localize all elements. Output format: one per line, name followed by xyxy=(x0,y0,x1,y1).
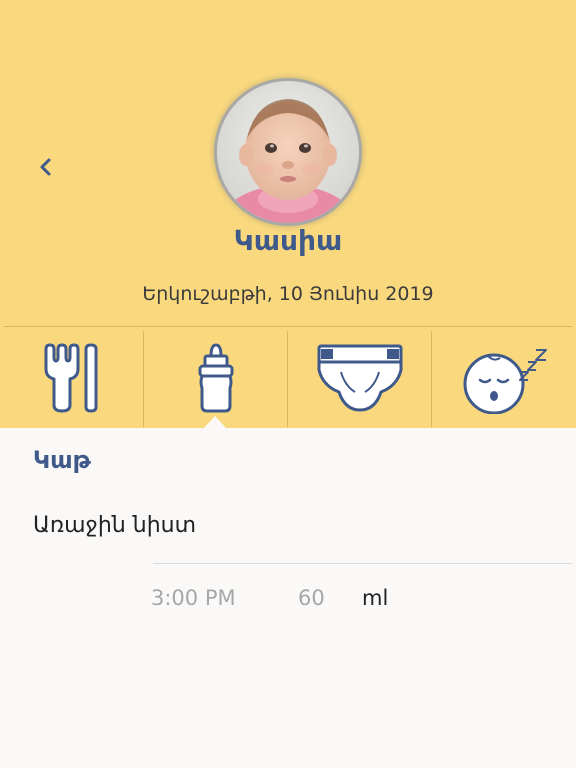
baby-bottle-icon xyxy=(198,343,234,412)
tab-feeding[interactable] xyxy=(0,327,144,428)
diaper-icon xyxy=(317,344,403,411)
baby-name: Կասիա xyxy=(233,224,343,257)
divider xyxy=(153,563,572,564)
category-tabs xyxy=(0,327,576,428)
back-button[interactable] xyxy=(32,152,60,182)
tab-sleep[interactable] xyxy=(432,327,576,428)
baby-photo xyxy=(217,81,359,223)
time-field[interactable]: 3:00 PM xyxy=(151,586,236,610)
selected-tab-indicator xyxy=(204,416,226,428)
session-label: Առաջին նիստ xyxy=(33,513,197,538)
tab-diaper[interactable] xyxy=(288,327,432,428)
chevron-left-icon xyxy=(40,158,51,176)
utensils-icon xyxy=(44,343,98,412)
header: Կասիա Երկուշաբթի, 10 Յունիս 2019 xyxy=(0,0,576,428)
unit-label: ml xyxy=(362,586,389,610)
amount-field[interactable]: 60 xyxy=(298,586,325,610)
tab-bottle[interactable] xyxy=(144,327,288,428)
section-title: Կաթ xyxy=(33,446,91,474)
date-label: Երկուշաբթի, 10 Յունիս 2019 xyxy=(142,283,434,305)
avatar[interactable] xyxy=(217,81,359,223)
sleeping-baby-icon xyxy=(463,348,547,414)
